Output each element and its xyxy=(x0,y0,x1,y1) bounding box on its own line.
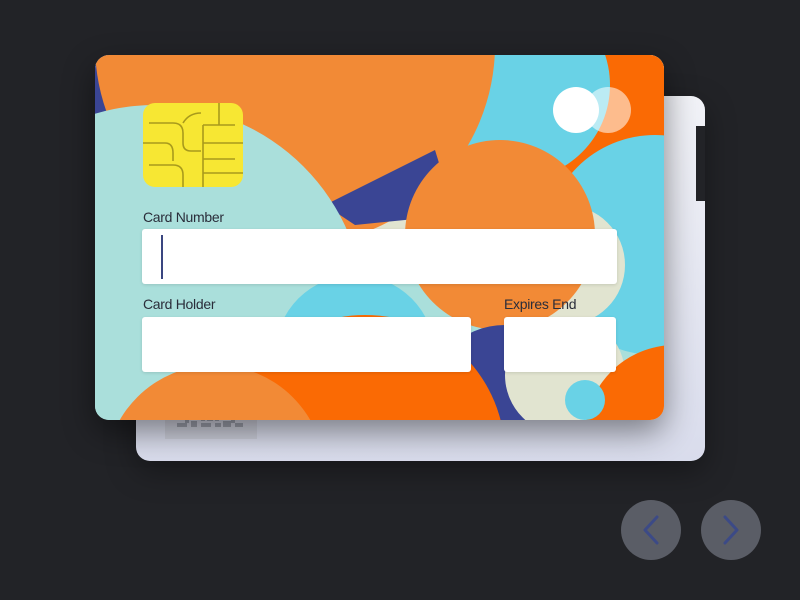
card-stage: Card Number Card Holder Expires End xyxy=(0,0,800,600)
mastercard-logo-icon xyxy=(553,86,633,134)
text-caret xyxy=(161,235,163,279)
chevron-left-icon xyxy=(643,515,659,545)
card-number-input[interactable] xyxy=(142,229,617,284)
chevron-right-icon xyxy=(723,515,739,545)
card-holder-input[interactable] xyxy=(142,317,471,372)
card-chip-icon xyxy=(143,103,243,187)
card-holder-label: Card Holder xyxy=(143,296,216,312)
card-number-label: Card Number xyxy=(143,209,224,225)
previous-button[interactable] xyxy=(621,500,681,560)
expires-end-input[interactable] xyxy=(504,317,616,372)
next-button[interactable] xyxy=(701,500,761,560)
card-front: Card Number Card Holder Expires End xyxy=(95,55,664,420)
magnetic-stripe xyxy=(696,126,705,201)
expires-end-label: Expires End xyxy=(504,296,577,312)
